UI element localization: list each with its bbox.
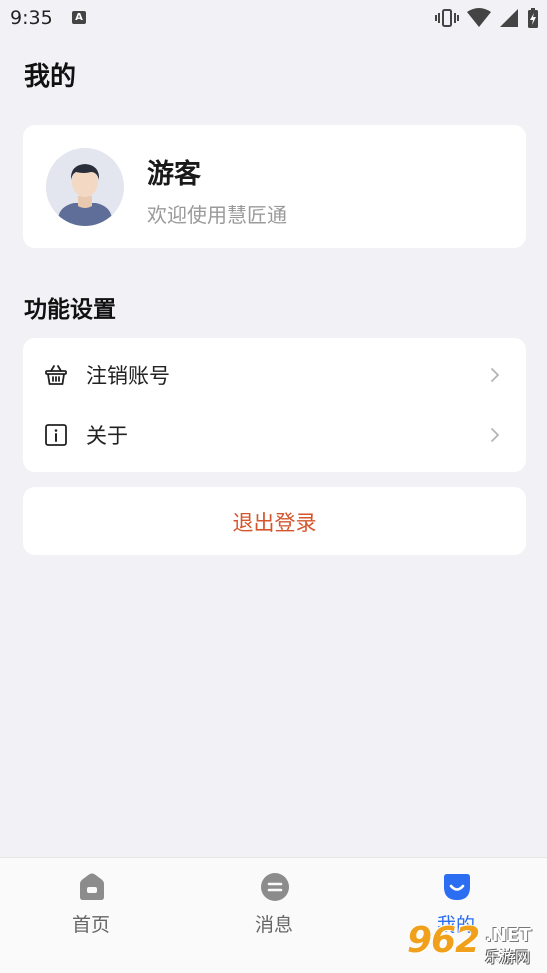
info-icon — [45, 424, 67, 446]
logout-label: 退出登录 — [232, 511, 317, 535]
wifi-icon — [467, 8, 491, 27]
signal-icon — [500, 9, 518, 27]
profile-name: 游客 — [147, 159, 201, 190]
home-icon — [80, 873, 104, 900]
profile-card[interactable]: 游客 欢迎使用慧匠通 — [23, 125, 526, 248]
status-time: 9:35 — [10, 7, 53, 29]
message-icon — [261, 873, 289, 901]
tab-label: 首页 — [71, 914, 110, 936]
avatar-person-icon — [46, 148, 124, 226]
tab-messages[interactable]: 消息 — [183, 858, 365, 973]
notification-a-icon: A — [72, 11, 86, 24]
chevron-right-icon — [491, 368, 500, 382]
watermark-logo: 962 .NET 乐游网 — [403, 920, 541, 968]
watermark-net: .NET — [485, 925, 532, 946]
tab-label: 消息 — [254, 914, 293, 936]
vibrate-icon — [435, 9, 459, 27]
mine-icon — [444, 874, 470, 900]
logout-button[interactable]: 退出登录 — [23, 487, 526, 555]
watermark-sub: 乐游网 — [485, 948, 531, 966]
profile-welcome-text: 欢迎使用慧匠通 — [147, 203, 287, 227]
setting-item-about[interactable]: 关于 — [23, 405, 526, 465]
status-icons — [435, 6, 539, 30]
chevron-right-icon — [491, 428, 500, 442]
setting-item-label: 注销账号 — [86, 364, 170, 388]
battery-icon — [528, 8, 538, 28]
status-bar: 9:35 A — [0, 0, 547, 36]
watermark-brand: 962 — [407, 920, 480, 961]
setting-item-deactivate-account[interactable]: 注销账号 — [23, 345, 526, 405]
page-title: 我的 — [24, 62, 77, 92]
basket-icon — [45, 365, 67, 385]
avatar[interactable] — [46, 148, 124, 226]
settings-section-title: 功能设置 — [24, 297, 116, 323]
settings-card: 注销账号 关于 — [23, 338, 526, 472]
tab-home[interactable]: 首页 — [0, 858, 182, 973]
setting-item-label: 关于 — [86, 424, 128, 448]
